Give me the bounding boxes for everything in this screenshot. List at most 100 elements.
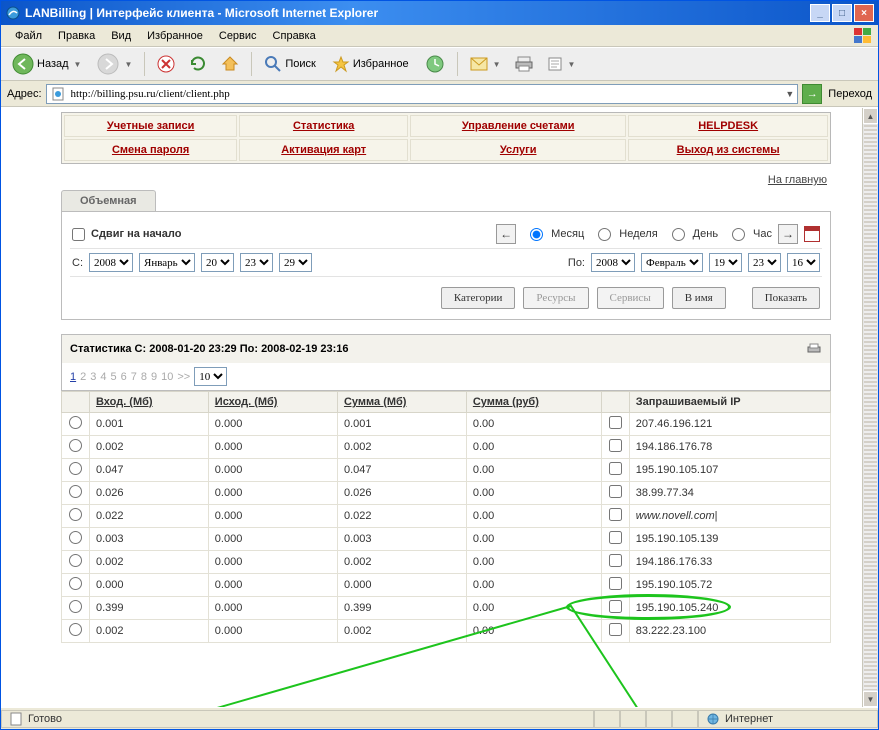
scroll-down-button[interactable]: ▼: [863, 691, 878, 707]
forward-button[interactable]: ▼: [92, 51, 137, 77]
resources-button[interactable]: Ресурсы: [523, 287, 588, 309]
go-label[interactable]: Переход: [828, 88, 872, 100]
nav-helpdesk[interactable]: HELPDESK: [698, 120, 758, 132]
go-button[interactable]: →: [802, 84, 822, 104]
print-icon[interactable]: [806, 341, 822, 357]
col-sum-rub[interactable]: Сумма (руб): [466, 392, 601, 413]
period-day-radio[interactable]: [672, 228, 685, 241]
menu-file[interactable]: Файл: [7, 28, 50, 44]
from-year-select[interactable]: 2008: [89, 253, 133, 272]
search-button[interactable]: Поиск: [259, 51, 322, 77]
to-month-select[interactable]: Февраль: [641, 253, 703, 272]
edit-button[interactable]: ▼: [542, 51, 581, 77]
menu-help[interactable]: Справка: [265, 28, 324, 44]
col-sum-mb[interactable]: Сумма (Мб): [337, 392, 466, 413]
from-day-select[interactable]: 20: [201, 253, 234, 272]
from-min-select[interactable]: 29: [279, 253, 312, 272]
address-input-wrap[interactable]: ▼: [46, 84, 799, 104]
scroll-up-button[interactable]: ▲: [863, 108, 878, 124]
row-checkbox[interactable]: [609, 531, 622, 544]
to-day-select[interactable]: 19: [709, 253, 742, 272]
services-button[interactable]: Сервисы: [597, 287, 664, 309]
tab-volume[interactable]: Объемная: [61, 190, 156, 211]
row-radio[interactable]: [69, 600, 82, 613]
row-checkbox[interactable]: [609, 577, 622, 590]
period-month-radio[interactable]: [530, 228, 543, 241]
next-period-button[interactable]: →: [778, 224, 798, 244]
row-checkbox[interactable]: [609, 439, 622, 452]
row-checkbox[interactable]: [609, 485, 622, 498]
print-button[interactable]: [510, 51, 538, 77]
page-5[interactable]: 5: [111, 371, 117, 383]
from-month-select[interactable]: Январь: [139, 253, 195, 272]
stop-button[interactable]: [152, 51, 180, 77]
home-button[interactable]: [216, 51, 244, 77]
page-1[interactable]: 1: [70, 371, 76, 383]
page-6[interactable]: 6: [121, 371, 127, 383]
row-radio[interactable]: [69, 416, 82, 429]
nav-statistics[interactable]: Статистика: [293, 120, 355, 132]
refresh-button[interactable]: [184, 51, 212, 77]
row-radio[interactable]: [69, 439, 82, 452]
row-radio[interactable]: [69, 554, 82, 567]
to-year-select[interactable]: 2008: [591, 253, 635, 272]
nav-billing[interactable]: Управление счетами: [462, 120, 575, 132]
address-dropdown[interactable]: ▼: [785, 89, 794, 99]
close-button[interactable]: ×: [854, 4, 874, 22]
menu-tools[interactable]: Сервис: [211, 28, 265, 44]
page-2[interactable]: 2: [80, 371, 86, 383]
menu-view[interactable]: Вид: [103, 28, 139, 44]
row-checkbox[interactable]: [609, 623, 622, 636]
nav-accounts[interactable]: Учетные записи: [107, 120, 195, 132]
nav-services[interactable]: Услуги: [500, 144, 537, 156]
categories-button[interactable]: Категории: [441, 287, 516, 309]
nav-logout[interactable]: Выход из системы: [677, 144, 780, 156]
back-button[interactable]: Назад ▼: [7, 51, 88, 77]
col-ip[interactable]: Запрашиваемый IP: [629, 392, 830, 413]
row-checkbox[interactable]: [609, 508, 622, 521]
row-checkbox[interactable]: [609, 554, 622, 567]
shift-start-checkbox[interactable]: [72, 228, 85, 241]
history-button[interactable]: [420, 51, 450, 77]
vertical-scrollbar[interactable]: ▲ ▼: [862, 108, 878, 707]
row-checkbox[interactable]: [609, 462, 622, 475]
calendar-icon[interactable]: [804, 226, 820, 242]
show-button[interactable]: Показать: [752, 287, 820, 309]
page-next[interactable]: >>: [177, 371, 190, 383]
row-radio[interactable]: [69, 577, 82, 590]
breadcrumb-home[interactable]: На главную: [768, 174, 827, 186]
row-checkbox[interactable]: [609, 416, 622, 429]
row-radio[interactable]: [69, 531, 82, 544]
address-input[interactable]: [69, 87, 783, 101]
col-out[interactable]: Исход. (Мб): [208, 392, 337, 413]
page-8[interactable]: 8: [141, 371, 147, 383]
to-min-select[interactable]: 16: [787, 253, 820, 272]
page-4[interactable]: 4: [100, 371, 106, 383]
prev-period-button[interactable]: ←: [496, 224, 516, 244]
row-radio[interactable]: [69, 508, 82, 521]
nav-password[interactable]: Смена пароля: [112, 144, 189, 156]
by-name-button[interactable]: В имя: [672, 287, 726, 309]
mail-button[interactable]: ▼: [465, 51, 506, 77]
row-radio[interactable]: [69, 462, 82, 475]
page-3[interactable]: 3: [90, 371, 96, 383]
restore-button[interactable]: □: [832, 4, 852, 22]
to-hour-select[interactable]: 23: [748, 253, 781, 272]
page-size-select[interactable]: 10: [194, 367, 227, 386]
nav-activate[interactable]: Активация карт: [281, 144, 366, 156]
row-checkbox[interactable]: [609, 600, 622, 613]
row-radio[interactable]: [69, 623, 82, 636]
row-radio[interactable]: [69, 485, 82, 498]
scroll-thumb[interactable]: [864, 125, 877, 690]
period-week-radio[interactable]: [598, 228, 611, 241]
favorites-button[interactable]: Избранное: [327, 51, 416, 77]
period-hour-radio[interactable]: [732, 228, 745, 241]
col-in[interactable]: Вход. (Мб): [90, 392, 209, 413]
from-hour-select[interactable]: 23: [240, 253, 273, 272]
menu-edit[interactable]: Правка: [50, 28, 103, 44]
page-7[interactable]: 7: [131, 371, 137, 383]
page-9[interactable]: 9: [151, 371, 157, 383]
page-10[interactable]: 10: [161, 371, 173, 383]
minimize-button[interactable]: _: [810, 4, 830, 22]
menu-favorites[interactable]: Избранное: [139, 28, 211, 44]
